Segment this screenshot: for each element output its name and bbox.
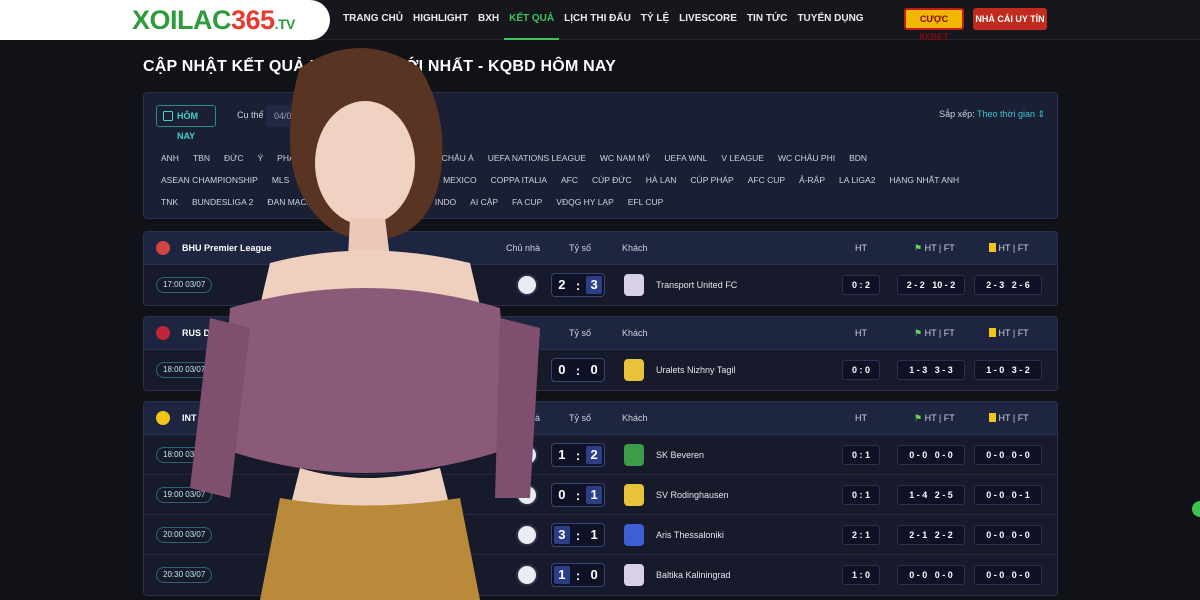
league-chip[interactable]: CÚP ĐỨC	[585, 169, 639, 191]
corners-score: 2 - 1 2 - 2	[897, 525, 965, 545]
away-score: 0	[590, 362, 598, 377]
col-away: Khách	[622, 413, 648, 423]
corners-score: 0 - 0 0 - 0	[897, 565, 965, 585]
away-team-logo	[624, 359, 644, 381]
league-chip[interactable]: WC NAM MỸ	[593, 147, 658, 169]
league-chip[interactable]: V LEAGUE	[714, 147, 771, 169]
nav-item-4[interactable]: LỊCH THI ĐẤU	[559, 0, 636, 40]
league-chip[interactable]: HẠNG NHẤT ANH	[882, 169, 966, 191]
away-score: 3	[586, 276, 603, 294]
col-away: Khách	[622, 328, 648, 338]
yellow-card-icon	[989, 413, 996, 422]
nav-item-6[interactable]: LIVESCORE	[674, 0, 742, 40]
corners-score: 0 - 0 0 - 0	[897, 445, 965, 465]
cards-score: 0 - 0 0 - 0	[974, 445, 1042, 465]
col-cards: HT | FT	[989, 413, 1029, 423]
halftime-score: 1 : 0	[842, 565, 880, 585]
halftime-score: 0 : 1	[842, 445, 880, 465]
league-chip[interactable]: HÀ LAN	[639, 169, 684, 191]
league-chip[interactable]: CÚP PHÁP	[683, 169, 740, 191]
yellow-card-icon	[989, 243, 996, 252]
away-team-name[interactable]: Uralets Nizhny Tagil	[656, 365, 735, 375]
league-chip[interactable]: Ả-RẬP	[792, 169, 832, 191]
away-score: 2	[586, 446, 603, 464]
chat-bubble-icon[interactable]	[1192, 501, 1200, 517]
cards-score: 2 - 3 2 - 6	[974, 275, 1042, 295]
halftime-score: 0 : 1	[842, 485, 880, 505]
away-team-name[interactable]: Transport United FC	[656, 280, 737, 290]
col-score: Tỷ số	[569, 243, 592, 253]
corner-flag-icon: ⚑	[914, 243, 923, 253]
bet-8xbet-button[interactable]: CƯỢC 8XBET	[904, 8, 964, 42]
col-score: Tỷ số	[569, 413, 592, 423]
halftime-score: 0 : 0	[842, 360, 880, 380]
league-chip[interactable]: LA LIGA2	[832, 169, 882, 191]
away-team-logo	[624, 484, 644, 506]
corners-score: 1 - 3 3 - 3	[897, 360, 965, 380]
cards-score: 0 - 0 0 - 1	[974, 485, 1042, 505]
col-cards: HT | FT	[989, 328, 1029, 338]
nav-item-7[interactable]: TIN TỨC	[742, 0, 793, 40]
nav-item-5[interactable]: TỶ LỆ	[636, 0, 674, 40]
corner-flag-icon: ⚑	[914, 413, 923, 423]
corner-flag-icon: ⚑	[914, 328, 923, 338]
cards-score: 0 - 0 0 - 0	[974, 565, 1042, 585]
trusted-bookmaker-button[interactable]: NHÀ CÁI UY TÍN	[973, 8, 1047, 30]
league-chip[interactable]: UEFA WNL	[657, 147, 714, 169]
col-ht: HT	[855, 413, 867, 423]
yellow-card-icon	[989, 328, 996, 337]
away-team-name[interactable]: Baltika Kaliningrad	[656, 570, 731, 580]
col-corners: ⚑ HT | FT	[914, 413, 955, 423]
col-ht: HT	[855, 328, 867, 338]
corners-score: 1 - 4 2 - 5	[897, 485, 965, 505]
away-team-logo	[624, 274, 644, 296]
cards-score: 0 - 0 0 - 0	[974, 525, 1042, 545]
col-score: Tỷ số	[569, 328, 592, 338]
sort-control[interactable]: Sắp xếp: Theo thời gian ⇕	[939, 109, 1045, 120]
league-chip[interactable]: WC CHÂU PHI	[771, 147, 842, 169]
away-team-logo	[624, 564, 644, 586]
nav-item-8[interactable]: TUYỂN DỤNG	[792, 0, 868, 40]
away-team-name[interactable]: SK Beveren	[656, 450, 704, 460]
league-chip[interactable]: AFC CUP	[741, 169, 792, 191]
cards-score: 1 - 0 3 - 2	[974, 360, 1042, 380]
league-chip[interactable]: BDN	[842, 147, 874, 169]
corners-score: 2 - 2 10 - 2	[897, 275, 965, 295]
promo-model-image	[190, 48, 540, 600]
col-cards: HT | FT	[989, 243, 1029, 253]
away-team-name[interactable]: SV Rodinghausen	[656, 490, 729, 500]
halftime-score: 2 : 1	[842, 525, 880, 545]
away-score: 0	[590, 567, 598, 582]
away-score: 1	[586, 486, 603, 504]
sort-select[interactable]: Theo thời gian ⇕	[977, 109, 1045, 119]
away-team-logo	[624, 524, 644, 546]
col-corners: ⚑ HT | FT	[914, 243, 955, 253]
col-ht: HT	[855, 243, 867, 253]
away-team-name[interactable]: Aris Thessaloniki	[656, 530, 724, 540]
col-away: Khách	[622, 243, 648, 253]
league-chip[interactable]: EFL CUP	[621, 191, 671, 213]
away-score: 1	[590, 527, 598, 542]
halftime-score: 0 : 2	[842, 275, 880, 295]
col-corners: ⚑ HT | FT	[914, 328, 955, 338]
away-team-logo	[624, 444, 644, 466]
